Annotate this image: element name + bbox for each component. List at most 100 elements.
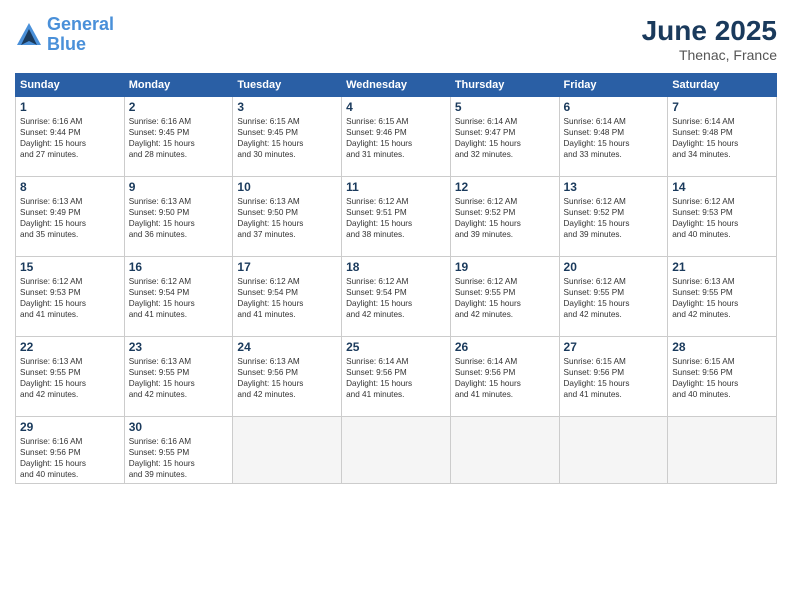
- weekday-header: Monday: [124, 74, 233, 97]
- calendar-cell: [559, 417, 668, 484]
- calendar-cell: [450, 417, 559, 484]
- calendar-cell: 5 Sunrise: 6:14 AM Sunset: 9:47 PM Daylig…: [450, 97, 559, 177]
- day-number: 30: [129, 420, 229, 434]
- day-info: Sunrise: 6:12 AM Sunset: 9:54 PM Dayligh…: [237, 276, 337, 320]
- day-number: 26: [455, 340, 555, 354]
- calendar-cell: 16Sunrise: 6:12 AM Sunset: 9:54 PM Dayli…: [124, 257, 233, 337]
- calendar-cell: 4 Sunrise: 6:15 AM Sunset: 9:46 PM Daylig…: [342, 97, 451, 177]
- day-number: 28: [672, 340, 772, 354]
- day-number: 14: [672, 180, 772, 194]
- calendar-cell: 27 Sunrise: 6:15 AM Sunset: 9:56 PM Dayli…: [559, 337, 668, 417]
- day-info: Sunrise: 6:14 AM Sunset: 9:56 PM Dayligh…: [346, 356, 446, 400]
- location: Thenac, France: [642, 47, 777, 63]
- day-number: 23: [129, 340, 229, 354]
- calendar-cell: 6 Sunrise: 6:14 AM Sunset: 9:48 PM Daylig…: [559, 97, 668, 177]
- page: General Blue June 2025 Thenac, France Su…: [0, 0, 792, 612]
- day-number: 17: [237, 260, 337, 274]
- weekday-header: Sunday: [16, 74, 125, 97]
- day-number: 1: [20, 100, 120, 114]
- calendar-cell: 30Sunrise: 6:16 AM Sunset: 9:55 PM Dayli…: [124, 417, 233, 484]
- calendar-cell: 9 Sunrise: 6:13 AM Sunset: 9:50 PM Daylig…: [124, 177, 233, 257]
- calendar-cell: 8Sunrise: 6:13 AM Sunset: 9:49 PM Daylig…: [16, 177, 125, 257]
- day-info: Sunrise: 6:13 AM Sunset: 9:50 PM Dayligh…: [237, 196, 337, 240]
- calendar-cell: [342, 417, 451, 484]
- day-number: 4: [346, 100, 446, 114]
- calendar-cell: 14Sunrise: 6:12 AM Sunset: 9:53 PM Dayli…: [668, 177, 777, 257]
- day-info: Sunrise: 6:12 AM Sunset: 9:52 PM Dayligh…: [564, 196, 664, 240]
- day-number: 18: [346, 260, 446, 274]
- day-info: Sunrise: 6:16 AM Sunset: 9:44 PM Dayligh…: [20, 116, 120, 160]
- day-info: Sunrise: 6:15 AM Sunset: 9:56 PM Dayligh…: [672, 356, 772, 400]
- calendar-cell: 3 Sunrise: 6:15 AM Sunset: 9:45 PM Daylig…: [233, 97, 342, 177]
- day-info: Sunrise: 6:14 AM Sunset: 9:48 PM Dayligh…: [672, 116, 772, 160]
- day-info: Sunrise: 6:12 AM Sunset: 9:53 PM Dayligh…: [20, 276, 120, 320]
- weekday-header: Thursday: [450, 74, 559, 97]
- day-number: 10: [237, 180, 337, 194]
- calendar-cell: 10 Sunrise: 6:13 AM Sunset: 9:50 PM Dayli…: [233, 177, 342, 257]
- day-number: 29: [20, 420, 120, 434]
- calendar-week-row: 29 Sunrise: 6:16 AM Sunset: 9:56 PM Dayli…: [16, 417, 777, 484]
- calendar: SundayMondayTuesdayWednesdayThursdayFrid…: [15, 73, 777, 484]
- calendar-cell: 18 Sunrise: 6:12 AM Sunset: 9:54 PM Dayli…: [342, 257, 451, 337]
- calendar-cell: 1 Sunrise: 6:16 AM Sunset: 9:44 PM Daylig…: [16, 97, 125, 177]
- weekday-header: Saturday: [668, 74, 777, 97]
- day-info: Sunrise: 6:12 AM Sunset: 9:55 PM Dayligh…: [455, 276, 555, 320]
- weekday-header: Wednesday: [342, 74, 451, 97]
- day-number: 3: [237, 100, 337, 114]
- calendar-cell: 21 Sunrise: 6:13 AM Sunset: 9:55 PM Dayli…: [668, 257, 777, 337]
- calendar-cell: 28 Sunrise: 6:15 AM Sunset: 9:56 PM Dayli…: [668, 337, 777, 417]
- day-number: 9: [129, 180, 229, 194]
- calendar-week-row: 1 Sunrise: 6:16 AM Sunset: 9:44 PM Daylig…: [16, 97, 777, 177]
- day-info: Sunrise: 6:12 AM Sunset: 9:55 PM Dayligh…: [564, 276, 664, 320]
- calendar-cell: 25 Sunrise: 6:14 AM Sunset: 9:56 PM Dayli…: [342, 337, 451, 417]
- header: General Blue June 2025 Thenac, France: [15, 15, 777, 63]
- day-info: Sunrise: 6:13 AM Sunset: 9:49 PM Dayligh…: [20, 196, 120, 240]
- day-info: Sunrise: 6:14 AM Sunset: 9:56 PM Dayligh…: [455, 356, 555, 400]
- day-info: Sunrise: 6:13 AM Sunset: 9:56 PM Dayligh…: [237, 356, 337, 400]
- day-info: Sunrise: 6:12 AM Sunset: 9:54 PM Dayligh…: [346, 276, 446, 320]
- day-info: Sunrise: 6:16 AM Sunset: 9:56 PM Dayligh…: [20, 436, 120, 480]
- day-info: Sunrise: 6:15 AM Sunset: 9:46 PM Dayligh…: [346, 116, 446, 160]
- calendar-cell: 7Sunrise: 6:14 AM Sunset: 9:48 PM Daylig…: [668, 97, 777, 177]
- logo: General Blue: [15, 15, 114, 55]
- logo-general: General: [47, 14, 114, 34]
- calendar-cell: [668, 417, 777, 484]
- day-number: 15: [20, 260, 120, 274]
- day-number: 24: [237, 340, 337, 354]
- day-info: Sunrise: 6:13 AM Sunset: 9:55 PM Dayligh…: [672, 276, 772, 320]
- day-info: Sunrise: 6:14 AM Sunset: 9:48 PM Dayligh…: [564, 116, 664, 160]
- calendar-cell: 17 Sunrise: 6:12 AM Sunset: 9:54 PM Dayli…: [233, 257, 342, 337]
- day-info: Sunrise: 6:12 AM Sunset: 9:52 PM Dayligh…: [455, 196, 555, 240]
- day-number: 27: [564, 340, 664, 354]
- day-number: 20: [564, 260, 664, 274]
- day-info: Sunrise: 6:15 AM Sunset: 9:45 PM Dayligh…: [237, 116, 337, 160]
- calendar-header-row: SundayMondayTuesdayWednesdayThursdayFrid…: [16, 74, 777, 97]
- day-info: Sunrise: 6:12 AM Sunset: 9:54 PM Dayligh…: [129, 276, 229, 320]
- calendar-cell: [233, 417, 342, 484]
- day-info: Sunrise: 6:12 AM Sunset: 9:51 PM Dayligh…: [346, 196, 446, 240]
- day-info: Sunrise: 6:14 AM Sunset: 9:47 PM Dayligh…: [455, 116, 555, 160]
- logo-text: General Blue: [47, 15, 114, 55]
- calendar-cell: 29 Sunrise: 6:16 AM Sunset: 9:56 PM Dayli…: [16, 417, 125, 484]
- calendar-cell: 15 Sunrise: 6:12 AM Sunset: 9:53 PM Dayli…: [16, 257, 125, 337]
- day-number: 6: [564, 100, 664, 114]
- day-number: 22: [20, 340, 120, 354]
- calendar-cell: 26 Sunrise: 6:14 AM Sunset: 9:56 PM Dayli…: [450, 337, 559, 417]
- logo-icon: [15, 21, 43, 49]
- day-info: Sunrise: 6:13 AM Sunset: 9:55 PM Dayligh…: [129, 356, 229, 400]
- day-info: Sunrise: 6:15 AM Sunset: 9:56 PM Dayligh…: [564, 356, 664, 400]
- day-info: Sunrise: 6:16 AM Sunset: 9:45 PM Dayligh…: [129, 116, 229, 160]
- logo-blue: Blue: [47, 34, 86, 54]
- calendar-cell: 19 Sunrise: 6:12 AM Sunset: 9:55 PM Dayli…: [450, 257, 559, 337]
- calendar-cell: 24 Sunrise: 6:13 AM Sunset: 9:56 PM Dayli…: [233, 337, 342, 417]
- calendar-week-row: 8Sunrise: 6:13 AM Sunset: 9:49 PM Daylig…: [16, 177, 777, 257]
- weekday-header: Tuesday: [233, 74, 342, 97]
- day-number: 19: [455, 260, 555, 274]
- day-number: 5: [455, 100, 555, 114]
- day-number: 21: [672, 260, 772, 274]
- title-area: June 2025 Thenac, France: [642, 15, 777, 63]
- month-title: June 2025: [642, 15, 777, 47]
- day-info: Sunrise: 6:13 AM Sunset: 9:50 PM Dayligh…: [129, 196, 229, 240]
- day-number: 11: [346, 180, 446, 194]
- day-number: 25: [346, 340, 446, 354]
